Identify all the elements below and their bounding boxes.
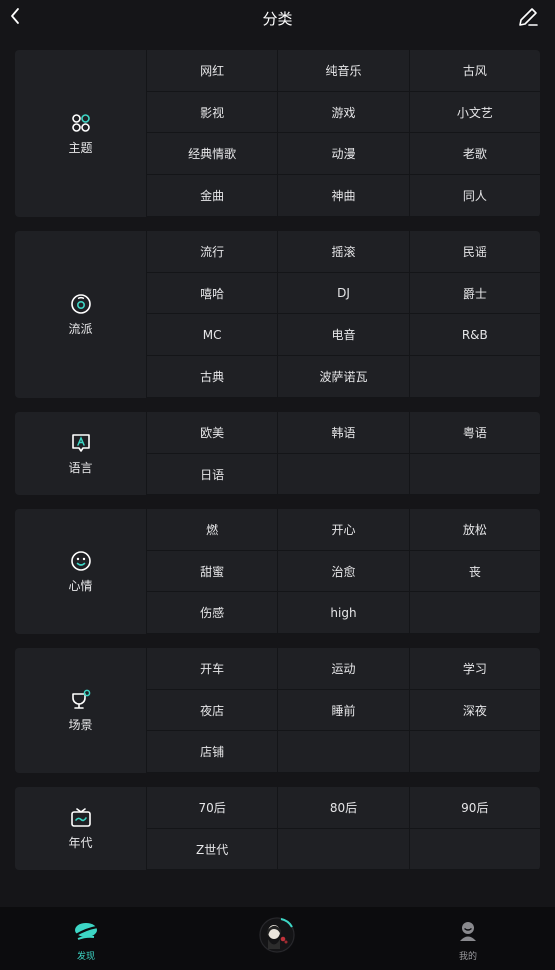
tag-item[interactable]: MC [146, 314, 278, 357]
tag-item[interactable]: 纯音乐 [277, 50, 409, 92]
grid-circles-icon [69, 111, 93, 135]
smiley-icon [69, 549, 93, 573]
empty-cell [408, 356, 540, 398]
empty-cell [408, 453, 540, 495]
tag-item[interactable]: 店铺 [146, 731, 278, 773]
tag-item[interactable]: 韩语 [277, 412, 409, 454]
tag-grid: 燃 开心 放松 甜蜜 治愈 丧 伤感 high [146, 509, 540, 634]
tag-item[interactable]: 深夜 [408, 689, 540, 732]
now-playing-avatar[interactable] [259, 917, 295, 953]
tag-item[interactable]: 欧美 [146, 412, 278, 454]
tag-grid: 70后 80后 90后 Z世代 [146, 787, 540, 870]
tag-item[interactable]: 古典 [146, 356, 278, 398]
empty-cell [408, 731, 540, 773]
section-language: 语言 欧美 韩语 粤语 日语 [15, 412, 540, 495]
section-theme: 主题 网红 纯音乐 古风 影视 游戏 小文艺 经典情歌 动漫 老歌 金曲 神曲 … [15, 50, 540, 217]
section-mood: 心情 燃 开心 放松 甜蜜 治愈 丧 伤感 high [15, 509, 540, 634]
page-title: 分类 [262, 10, 293, 28]
tag-item[interactable]: 运动 [277, 648, 409, 690]
disc-icon [69, 292, 93, 316]
tag-item[interactable]: high [277, 592, 409, 634]
tag-item[interactable]: 开车 [146, 648, 278, 690]
tag-item[interactable]: 网红 [146, 50, 278, 92]
tab-mine[interactable]: 我的 [456, 919, 480, 962]
tag-item[interactable]: 90后 [408, 787, 540, 829]
tag-item[interactable]: 古风 [408, 50, 540, 92]
tag-item[interactable]: 伤感 [146, 592, 278, 634]
tag-grid: 流行 摇滚 民谣 嘻哈 DJ 爵士 MC 电音 R&B 古典 波萨诺瓦 [146, 231, 540, 398]
category-mood: 心情 [15, 509, 146, 634]
tab-label: 我的 [458, 952, 477, 962]
category-genre: 流派 [15, 231, 146, 398]
tag-item[interactable]: 经典情歌 [146, 133, 278, 176]
tag-item[interactable]: 老歌 [408, 133, 540, 176]
tag-item[interactable]: 丧 [408, 550, 540, 593]
bottom-tab-bar: 发现 我的 [0, 907, 555, 970]
tag-item[interactable]: 动漫 [277, 133, 409, 176]
header: 分类 [0, 0, 555, 38]
section-era: 年代 70后 80后 90后 Z世代 [15, 787, 540, 870]
empty-cell [277, 453, 409, 495]
tag-item[interactable]: 开心 [277, 509, 409, 551]
tag-item[interactable]: 嘻哈 [146, 272, 278, 315]
tag-item[interactable]: 睡前 [277, 689, 409, 732]
category-theme: 主题 [15, 50, 146, 217]
tag-item[interactable]: DJ [277, 272, 409, 315]
category-era: 年代 [15, 787, 146, 870]
tag-grid: 欧美 韩语 粤语 日语 [146, 412, 540, 495]
empty-cell [408, 828, 540, 870]
category-label: 年代 [68, 836, 93, 850]
tag-item[interactable]: 治愈 [277, 550, 409, 593]
tag-item[interactable]: 游戏 [277, 91, 409, 134]
tag-item[interactable]: 甜蜜 [146, 550, 278, 593]
tag-item[interactable]: 80后 [277, 787, 409, 829]
tag-item[interactable]: 70后 [146, 787, 278, 829]
category-label: 心情 [68, 579, 93, 593]
edit-pencil-icon[interactable] [516, 5, 540, 29]
tv-icon [69, 806, 93, 830]
tag-grid: 开车 运动 学习 夜店 睡前 深夜 店铺 [146, 648, 540, 773]
empty-cell [277, 828, 409, 870]
tag-item[interactable]: 学习 [408, 648, 540, 690]
tag-item[interactable]: 流行 [146, 231, 278, 273]
tag-item[interactable]: 小文艺 [408, 91, 540, 134]
tab-label: 发现 [76, 952, 95, 962]
category-label: 语言 [68, 461, 93, 475]
tag-item[interactable]: 燃 [146, 509, 278, 551]
category-label: 场景 [68, 718, 93, 732]
tag-item[interactable]: 放松 [408, 509, 540, 551]
section-genre: 流派 流行 摇滚 民谣 嘻哈 DJ 爵士 MC 电音 R&B 古典 波萨诺瓦 [15, 231, 540, 398]
tag-item[interactable]: 电音 [277, 314, 409, 357]
category-language: 语言 [15, 412, 146, 495]
tag-item[interactable]: 波萨诺瓦 [277, 356, 409, 398]
tag-item[interactable]: 影视 [146, 91, 278, 134]
user-icon [456, 919, 480, 947]
category-label: 主题 [68, 141, 93, 155]
tag-item[interactable]: 同人 [408, 175, 540, 217]
tag-item[interactable]: 夜店 [146, 689, 278, 732]
tag-item[interactable]: 爵士 [408, 272, 540, 315]
discover-icon [72, 919, 100, 947]
tab-discover[interactable]: 发现 [72, 919, 100, 962]
empty-cell [408, 592, 540, 634]
tag-grid: 网红 纯音乐 古风 影视 游戏 小文艺 经典情歌 动漫 老歌 金曲 神曲 同人 [146, 50, 540, 217]
section-scene: 场景 开车 运动 学习 夜店 睡前 深夜 店铺 [15, 648, 540, 773]
tag-item[interactable]: R&B [408, 314, 540, 357]
tag-item[interactable]: 民谣 [408, 231, 540, 273]
category-scene: 场景 [15, 648, 146, 773]
cup-icon [69, 688, 93, 712]
category-label: 流派 [68, 322, 93, 336]
empty-cell [277, 731, 409, 773]
tag-item[interactable]: 神曲 [277, 175, 409, 217]
tag-item[interactable]: 金曲 [146, 175, 278, 217]
tag-item[interactable]: Z世代 [146, 828, 278, 870]
tag-item[interactable]: 日语 [146, 453, 278, 495]
language-bubble-icon [69, 431, 93, 455]
tag-item[interactable]: 摇滚 [277, 231, 409, 273]
tag-item[interactable]: 粤语 [408, 412, 540, 454]
